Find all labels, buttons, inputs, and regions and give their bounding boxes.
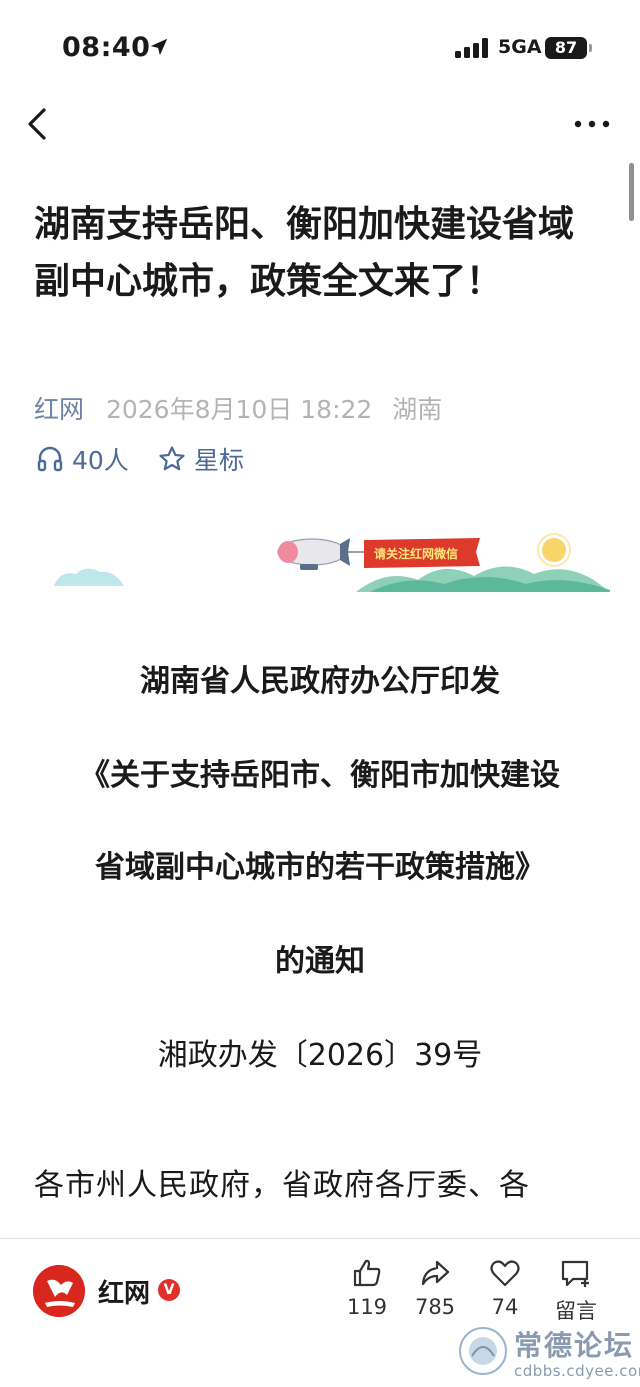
- listener-count: 40人: [72, 446, 129, 475]
- thumbs-up-icon: [353, 1259, 381, 1287]
- sun-icon: [542, 538, 566, 562]
- follow-banner: 请关注红网微信: [54, 533, 610, 592]
- comment-button[interactable]: 留言: [541, 1257, 611, 1325]
- comment-add-icon: [561, 1260, 589, 1287]
- status-time: 08:40: [62, 32, 151, 63]
- hongwang-logo-icon: [33, 1265, 85, 1317]
- star-label: 星标: [194, 446, 245, 475]
- like-button[interactable]: 119: [332, 1257, 402, 1319]
- account-name[interactable]: 红网: [98, 1273, 150, 1310]
- forum-logo-icon: [459, 1327, 507, 1375]
- watermark-title: 常德论坛: [514, 1329, 635, 1362]
- share-count: 785: [414, 1295, 456, 1319]
- article-source[interactable]: 红网: [34, 395, 84, 424]
- heart-icon: [490, 1260, 520, 1287]
- network-type: 5GA: [498, 36, 542, 58]
- article-heading-line-1: 湖南省人民政府办公厅印发: [140, 664, 500, 699]
- article-title: 湖南支持岳阳、衡阳加快建设省域副中心城市，政策全文来了！: [34, 204, 575, 302]
- article-region: 湖南: [392, 395, 443, 424]
- favorite-button[interactable]: 74: [470, 1257, 540, 1319]
- status-bar: 08:40 5GA 87: [0, 0, 640, 96]
- listen-button[interactable]: 40人: [36, 442, 129, 476]
- verified-badge-icon: V: [158, 1279, 180, 1301]
- share-button[interactable]: 785: [400, 1257, 470, 1319]
- like-count: 119: [346, 1295, 388, 1319]
- forum-watermark: 常德论坛 cdbbs.cdyee.com: [452, 1322, 640, 1384]
- scrollbar-thumb[interactable]: [629, 163, 634, 221]
- article-body-text: 各市州人民政府，省政府各厅委、各: [34, 1168, 530, 1203]
- article-heading-line-3: 省域副中心城市的若干政策措施》: [95, 850, 545, 885]
- account-avatar[interactable]: [33, 1265, 85, 1317]
- battery-icon: 87: [545, 37, 587, 59]
- star-icon: [159, 446, 185, 471]
- article-meta: 红网 2026年8月10日 18:22 湖南: [34, 390, 442, 426]
- comment-label: 留言: [555, 1299, 597, 1323]
- signal-bars-icon: [455, 38, 488, 58]
- star-button[interactable]: 星标: [158, 442, 244, 476]
- cloud-left: [54, 568, 124, 586]
- banner-text: 请关注红网微信: [374, 546, 458, 561]
- airship-icon: [277, 538, 364, 570]
- more-options-button[interactable]: [572, 114, 612, 134]
- document-number: 湘政办发〔2026〕39号: [157, 1038, 483, 1073]
- back-button[interactable]: [22, 104, 54, 144]
- location-arrow-icon: [150, 38, 168, 56]
- article-heading-line-4: 的通知: [275, 944, 365, 979]
- battery-cap: [589, 44, 592, 52]
- article-date: 2026年8月10日 18:22: [105, 395, 373, 424]
- favorite-count: 74: [491, 1295, 519, 1319]
- share-arrow-icon: [421, 1260, 450, 1286]
- watermark-url: cdbbs.cdyee.com: [514, 1362, 640, 1380]
- article-heading-line-2: 《关于支持岳阳市、衡阳市加快建设: [80, 758, 560, 793]
- headphones-icon: [37, 446, 63, 472]
